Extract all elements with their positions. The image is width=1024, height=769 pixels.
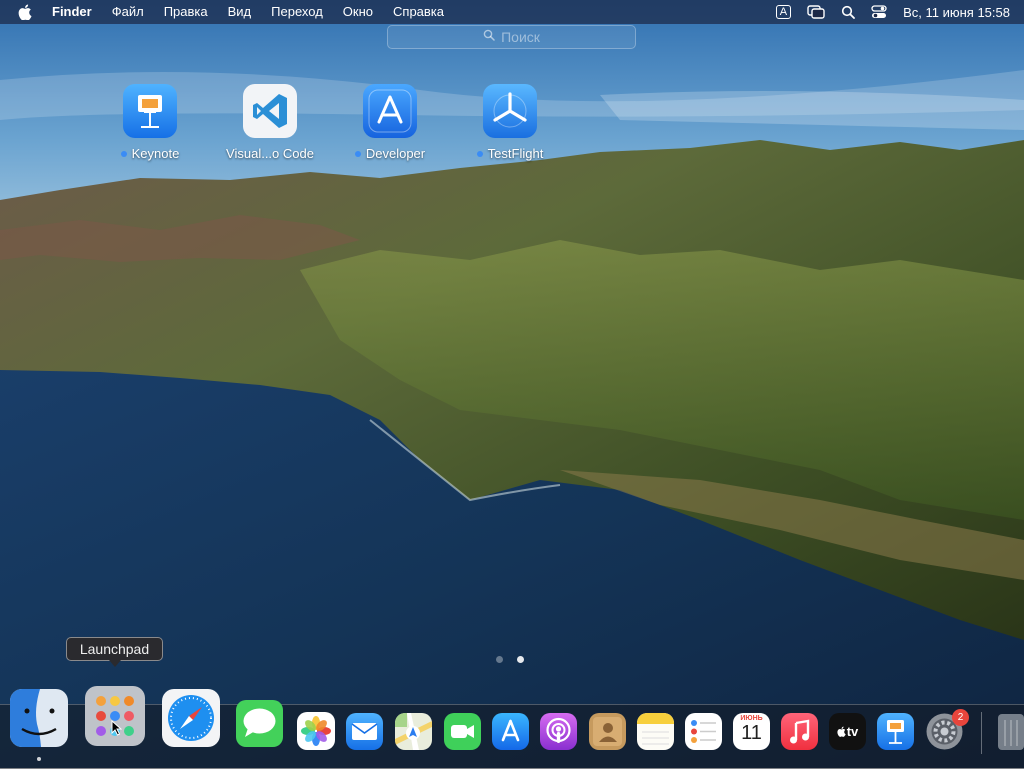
calendar-icon[interactable]: ИЮНЬ 11 xyxy=(733,713,770,750)
apple-logo-icon xyxy=(837,726,846,737)
dock-tooltip: Launchpad xyxy=(66,637,163,667)
launchpad-search-field[interactable]: Поиск xyxy=(387,25,636,49)
apple-tv-icon[interactable]: tv xyxy=(829,713,866,750)
new-app-dot xyxy=(120,150,127,157)
app-developer[interactable]: Developer xyxy=(330,84,450,161)
input-source-indicator[interactable]: A xyxy=(775,5,792,19)
safari-icon[interactable] xyxy=(162,689,220,747)
menu-clock[interactable]: Вс, 11 июня 15:58 xyxy=(903,5,1010,20)
finder-icon[interactable] xyxy=(10,689,68,747)
notes-icon[interactable] xyxy=(637,713,674,750)
control-center-icon[interactable] xyxy=(871,5,887,19)
app-testflight[interactable]: TestFlight xyxy=(450,84,570,161)
apple-menu-icon[interactable] xyxy=(18,4,32,20)
app-label: Developer xyxy=(365,146,426,161)
reminders-icon[interactable] xyxy=(685,713,722,750)
music-icon[interactable] xyxy=(781,713,818,750)
contacts-icon[interactable] xyxy=(589,713,626,750)
calendar-month: ИЮНЬ xyxy=(740,715,763,722)
spotlight-search-icon[interactable] xyxy=(841,5,856,19)
mail-icon[interactable] xyxy=(346,713,383,750)
developer-icon xyxy=(363,84,417,138)
keynote-icon xyxy=(123,84,177,138)
menu-file[interactable]: Файл xyxy=(102,0,154,24)
menu-window[interactable]: Окно xyxy=(333,0,383,24)
screen-mirroring-icon[interactable] xyxy=(807,5,825,19)
page-dot-1[interactable] xyxy=(496,656,503,663)
search-icon xyxy=(483,28,495,46)
app-label: Keynote xyxy=(131,146,180,161)
photos-icon[interactable] xyxy=(297,712,335,750)
podcasts-icon[interactable] xyxy=(540,713,577,750)
page-indicator xyxy=(496,656,524,663)
keynote-dock-icon[interactable] xyxy=(877,713,914,750)
app-vscode[interactable]: Visual...o Code xyxy=(210,84,330,161)
testflight-icon xyxy=(483,84,537,138)
tv-label: tv xyxy=(846,724,859,739)
mouse-cursor-icon xyxy=(111,719,123,741)
search-placeholder: Поиск xyxy=(501,29,540,45)
new-app-dot xyxy=(354,150,361,157)
dock-divider xyxy=(981,712,982,754)
finder-running-dot xyxy=(37,757,41,761)
app-keynote[interactable]: Keynote xyxy=(90,84,210,161)
notification-badge: 2 xyxy=(952,709,969,726)
app-label: Visual...o Code xyxy=(226,146,314,161)
maps-icon[interactable] xyxy=(395,713,432,750)
facetime-icon[interactable] xyxy=(444,713,481,750)
menu-bar: Finder Файл Правка Вид Переход Окно Спра… xyxy=(0,0,1024,24)
page-dot-2[interactable] xyxy=(517,656,524,663)
messages-icon[interactable] xyxy=(236,700,283,747)
app-label: TestFlight xyxy=(487,146,544,161)
trash-icon[interactable] xyxy=(996,712,1024,752)
menu-app-name[interactable]: Finder xyxy=(42,0,102,24)
menu-view[interactable]: Вид xyxy=(218,0,262,24)
new-app-dot xyxy=(476,150,483,157)
menu-go[interactable]: Переход xyxy=(261,0,333,24)
app-store-icon[interactable] xyxy=(492,713,529,750)
vscode-icon xyxy=(243,84,297,138)
menu-help[interactable]: Справка xyxy=(383,0,454,24)
menu-edit[interactable]: Правка xyxy=(154,0,218,24)
calendar-day: 11 xyxy=(741,722,762,744)
